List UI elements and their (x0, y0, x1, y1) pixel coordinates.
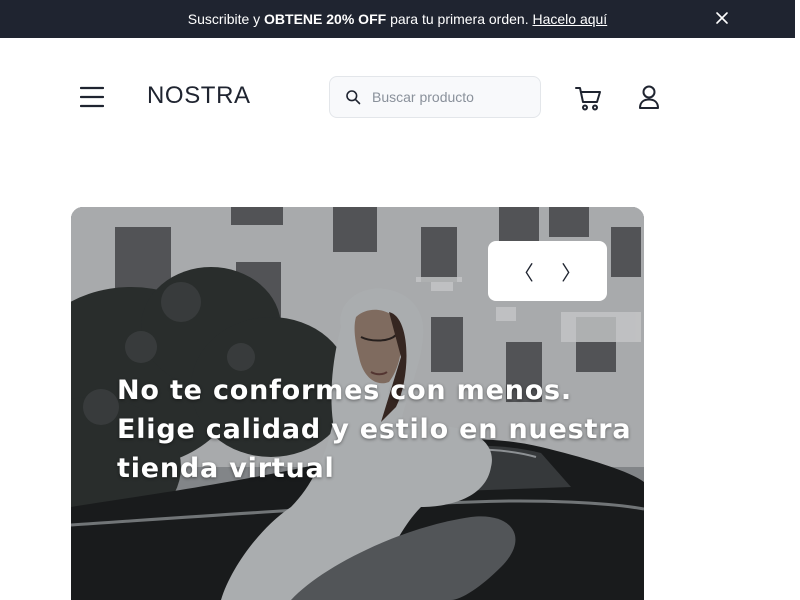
carousel-controls: 〈 〉 (488, 241, 607, 301)
carousel-prev-button[interactable]: 〈 (512, 259, 536, 285)
hero-headline: No te conformes con menos. Elige calidad… (117, 375, 632, 484)
search-input[interactable] (372, 89, 532, 105)
promo-link[interactable]: Hacelo aquí (532, 11, 607, 27)
promo-text-post: para tu primera orden. (386, 11, 533, 27)
search-box[interactable] (329, 76, 541, 118)
shopping-cart-icon[interactable] (574, 84, 602, 112)
promo-text-bold: OBTENE 20% OFF (264, 11, 387, 27)
promo-text-pre: Suscribite y (187, 11, 265, 27)
scrollbar-track (795, 0, 800, 600)
promo-banner: Suscribite y OBTENE 20% OFF para tu prim… (0, 0, 795, 38)
user-icon[interactable] (637, 84, 661, 110)
search-icon (346, 90, 361, 105)
carousel-next-button[interactable]: 〉 (559, 259, 583, 285)
promo-text: Suscribite y OBTENE 20% OFF para tu prim… (188, 11, 607, 27)
hamburger-menu-icon[interactable] (80, 86, 104, 108)
close-icon[interactable] (713, 9, 731, 27)
logo[interactable]: NOSTRA (147, 82, 251, 110)
hero-banner: 〈 〉 No te conformes con menos. Elige cal… (71, 207, 644, 600)
